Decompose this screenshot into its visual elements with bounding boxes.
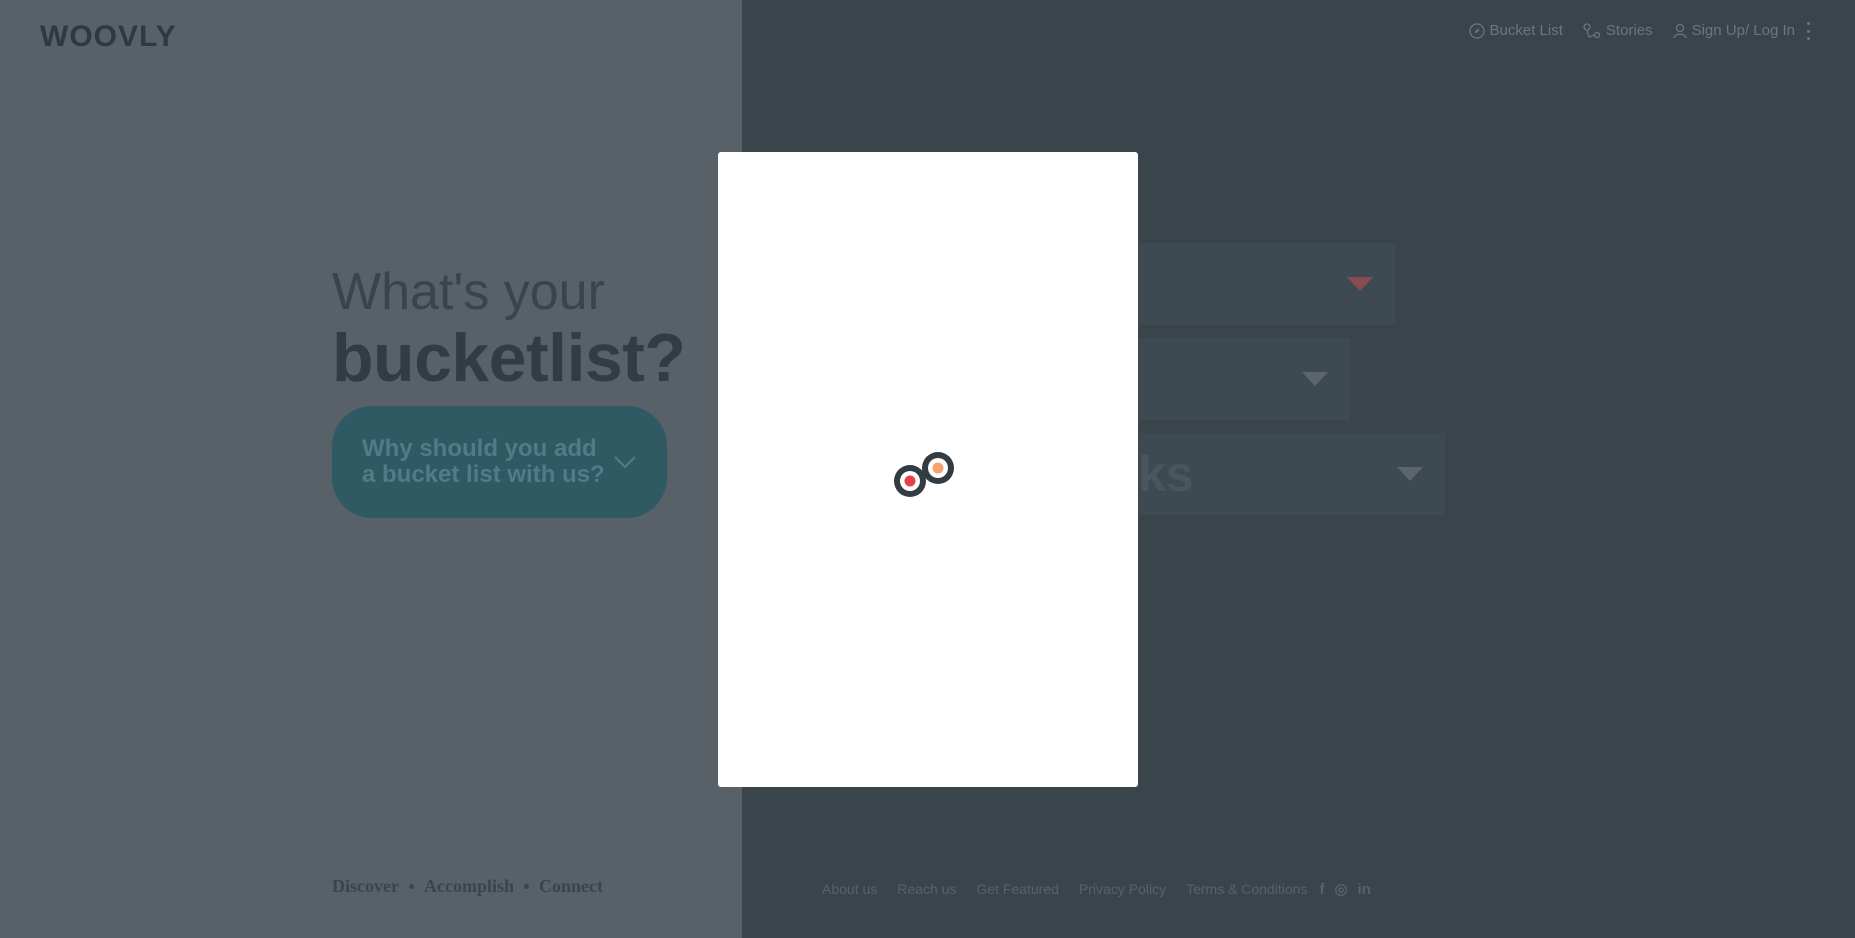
tagline-discover: Discover [332,876,399,896]
footer-get-featured[interactable]: Get Featured [976,881,1059,897]
footer-terms-conditions[interactable]: Terms & Conditions [1186,881,1307,897]
footer-reach-us[interactable]: Reach us [897,881,956,897]
kebab-dot [1806,37,1810,40]
footer-about-us[interactable]: About us [822,881,877,897]
kebab-menu-icon[interactable] [1805,22,1811,40]
instagram-icon[interactable]: ◎ [1334,880,1347,898]
nav-sign-up-log-in[interactable]: Sign Up/ Log In [1672,22,1795,39]
loading-modal [718,152,1138,787]
dropdown-3-text: ks [1138,446,1194,502]
nav-stories-label: Stories [1605,22,1653,39]
kebab-dot [1806,29,1810,33]
why-card-text: Why should you add a bucket list with us… [362,435,605,488]
nav-bucket-list[interactable]: Bucket List [1468,22,1563,39]
chevron-down-icon [614,456,636,469]
caret-down-icon [1397,467,1423,481]
compass-icon [1468,22,1485,39]
nav-bucket-list-label: Bucket List [1489,22,1563,39]
kebab-dot [1806,22,1810,25]
hero-heading: What's your bucketlist? [332,262,686,396]
social-links: f ◎ in [1319,880,1371,899]
footer-privacy-policy[interactable]: Privacy Policy [1079,881,1166,897]
linkedin-icon[interactable]: in [1358,881,1371,898]
separator-dot [408,884,414,889]
separator-dot [523,884,529,889]
loading-spinner-icon [894,452,954,497]
facebook-icon[interactable]: f [1319,881,1324,898]
top-navigation: Bucket List Stories Sign Up/ Log In [1468,22,1795,39]
dropdown-1[interactable] [1100,243,1395,325]
tagline-accomplish: Accomplish [423,876,514,896]
tagline-connect: Connect [538,876,603,896]
why-add-bucket-list-card[interactable]: Why should you add a bucket list with us… [332,406,667,518]
logo-text: WOOVLY [40,20,177,53]
woovly-logo[interactable]: WOOVLY [40,20,177,54]
nav-stories[interactable]: Stories [1583,22,1653,39]
nav-sign-up-log-in-label: Sign Up/ Log In [1691,22,1795,39]
caret-down-icon [1302,372,1328,386]
tagline: Discover Accomplish Connect [332,876,603,897]
hero-line-1: What's your [332,263,605,321]
route-icon [1583,22,1601,38]
user-icon [1672,23,1687,38]
hero-line-2: bucketlist? [332,320,686,396]
dropdown-3[interactable]: ks [1100,433,1445,515]
footer-links: About us Reach us Get Featured Privacy P… [822,880,1371,899]
caret-down-icon [1347,277,1373,291]
